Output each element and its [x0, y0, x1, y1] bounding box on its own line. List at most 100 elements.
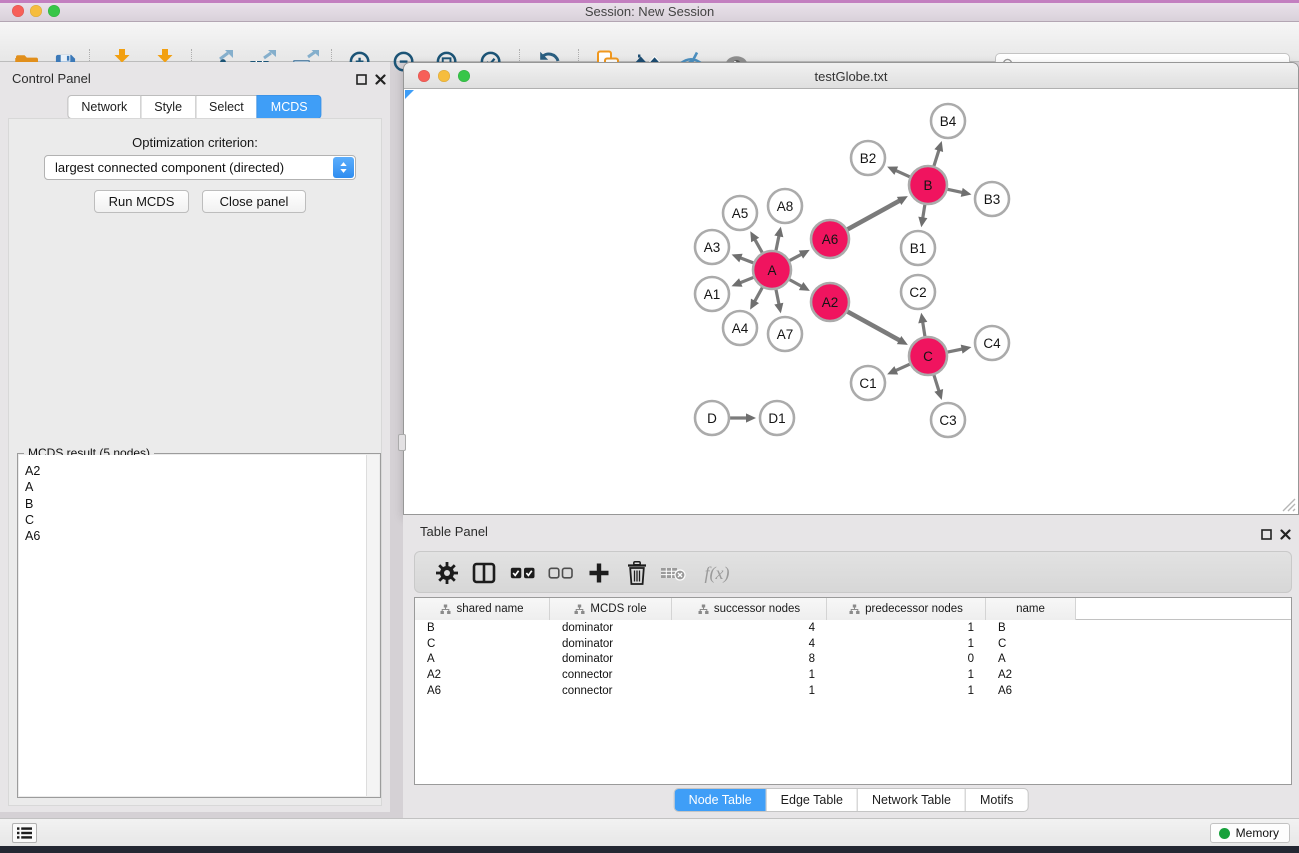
- tab-node-table[interactable]: Node Table: [675, 789, 766, 811]
- select-all-button[interactable]: [507, 557, 539, 589]
- close-icon: [1280, 529, 1291, 540]
- table-cell[interactable]: connector: [550, 685, 672, 697]
- task-history-button[interactable]: [12, 823, 37, 843]
- graph-node-label: A7: [777, 327, 794, 342]
- table-row[interactable]: Adominator80A: [415, 651, 1291, 667]
- result-item[interactable]: C: [19, 512, 379, 528]
- table-cell[interactable]: dominator: [550, 653, 672, 665]
- table-cell[interactable]: C: [986, 638, 1076, 650]
- gear-icon: [436, 562, 458, 584]
- graph-edge-A2-C[interactable]: [848, 312, 903, 342]
- table-body: Bdominator41BCdominator41CAdominator80AA…: [415, 620, 1291, 698]
- graph-node-label: C1: [859, 376, 876, 391]
- float-icon: [1261, 529, 1272, 540]
- close-panel-action-button[interactable]: Close panel: [202, 190, 306, 213]
- column-header-shared-name[interactable]: shared name: [415, 598, 550, 620]
- control-panel-title: Control Panel: [12, 71, 91, 86]
- table-cell[interactable]: 1: [827, 685, 986, 697]
- tab-select[interactable]: Select: [195, 95, 258, 119]
- graph-arrowhead: [934, 389, 943, 400]
- table-header-row: shared nameMCDS role successor nodes prede…: [415, 598, 1291, 620]
- table-cell[interactable]: 4: [672, 638, 827, 650]
- column-header-mcds-role[interactable]: MCDS role: [550, 598, 672, 620]
- table-cell[interactable]: 1: [672, 685, 827, 697]
- show-columns-button[interactable]: [468, 557, 500, 589]
- table-cell[interactable]: A6: [415, 685, 550, 697]
- tab-mcds[interactable]: MCDS: [257, 95, 322, 119]
- table-cell[interactable]: A2: [986, 669, 1076, 681]
- network-graph: B4B2BB3A5A8A6A3AB1A1A2C2A4A7C4C1CC3DD1: [405, 90, 1298, 515]
- table-row[interactable]: Cdominator41C: [415, 636, 1291, 652]
- table-cell[interactable]: 4: [672, 622, 827, 634]
- graph-node-label: A: [767, 263, 776, 278]
- network-canvas[interactable]: B4B2BB3A5A8A6A3AB1A1A2C2A4A7C4C1CC3DD1: [405, 90, 1297, 513]
- dropdown-stepper[interactable]: [333, 157, 354, 178]
- delete-column-button[interactable]: [657, 557, 689, 589]
- table-cell[interactable]: 8: [672, 653, 827, 665]
- app-titlebar: Session: New Session: [0, 0, 1299, 22]
- delete-selected-button[interactable]: [621, 557, 653, 589]
- table-close-button[interactable]: [1279, 528, 1292, 541]
- result-item[interactable]: A6: [19, 528, 379, 544]
- tab-edge-table[interactable]: Edge Table: [766, 789, 857, 811]
- statusbar: Memory: [0, 818, 1299, 846]
- table-cell[interactable]: 1: [672, 669, 827, 681]
- function-builder-button[interactable]: f(x): [695, 557, 739, 589]
- optimization-dropdown[interactable]: largest connected component (directed): [44, 155, 356, 180]
- result-item[interactable]: B: [19, 496, 379, 512]
- column-header-successor-nodes[interactable]: successor nodes: [672, 598, 827, 620]
- graph-node-label: C2: [909, 285, 926, 300]
- result-item[interactable]: A2: [19, 463, 379, 479]
- table-cell[interactable]: A: [415, 653, 550, 665]
- graph-node-label: A5: [732, 206, 749, 221]
- table-float-button[interactable]: [1260, 528, 1273, 541]
- table-cell[interactable]: 1: [827, 622, 986, 634]
- table-cell[interactable]: dominator: [550, 638, 672, 650]
- graph-arrowhead: [732, 254, 743, 263]
- list-icon: [17, 826, 32, 840]
- table-cell[interactable]: A: [986, 653, 1076, 665]
- graph-node-label: D1: [768, 411, 785, 426]
- table-tabs: Node TableEdge TableNetwork TableMotifs: [674, 788, 1029, 812]
- add-column-button[interactable]: [583, 557, 615, 589]
- table-row[interactable]: A2connector11A2: [415, 667, 1291, 683]
- float-panel-button[interactable]: [355, 73, 368, 86]
- table-row[interactable]: A6connector11A6: [415, 683, 1291, 699]
- table-cell[interactable]: dominator: [550, 622, 672, 634]
- table-cell[interactable]: B: [986, 622, 1076, 634]
- table-row[interactable]: Bdominator41B: [415, 620, 1291, 636]
- memory-indicator-button[interactable]: Memory: [1210, 823, 1290, 843]
- result-scrollbar[interactable]: [366, 455, 379, 796]
- tab-network-table[interactable]: Network Table: [857, 789, 965, 811]
- column-header-label: successor nodes: [714, 603, 800, 615]
- column-header-name[interactable]: name: [986, 598, 1076, 620]
- network-window-titlebar[interactable]: testGlobe.txt: [404, 63, 1298, 89]
- tab-network[interactable]: Network: [67, 95, 141, 119]
- mcds-result-list[interactable]: A2ABCA6: [19, 455, 379, 796]
- table-cell[interactable]: B: [415, 622, 550, 634]
- column-header-label: predecessor nodes: [865, 603, 963, 615]
- table-cell[interactable]: A2: [415, 669, 550, 681]
- trash-icon: [627, 561, 647, 585]
- mcds-result-box: MCDS result (5 nodes) A2ABCA6: [17, 453, 381, 798]
- graph-arrowhead: [961, 188, 972, 197]
- table-cell[interactable]: 1: [827, 638, 986, 650]
- table-cell[interactable]: A6: [986, 685, 1076, 697]
- table-cell[interactable]: connector: [550, 669, 672, 681]
- graph-node-label: C4: [983, 336, 1001, 351]
- table-settings-button[interactable]: [431, 557, 463, 589]
- run-mcds-button[interactable]: Run MCDS: [94, 190, 189, 213]
- graph-node-label: B4: [940, 114, 957, 129]
- result-item[interactable]: A: [19, 479, 379, 495]
- column-header-predecessor-nodes[interactable]: predecessor nodes: [827, 598, 986, 620]
- table-cell[interactable]: 1: [827, 669, 986, 681]
- table-cell[interactable]: 0: [827, 653, 986, 665]
- close-panel-button[interactable]: [374, 73, 387, 86]
- deselect-all-button[interactable]: [545, 557, 577, 589]
- titlebar-accent: [0, 0, 1299, 3]
- graph-edge-A6-B[interactable]: [848, 199, 903, 229]
- panel-splitter-handle[interactable]: [398, 434, 406, 451]
- tab-style[interactable]: Style: [140, 95, 196, 119]
- table-cell[interactable]: C: [415, 638, 550, 650]
- tab-motifs[interactable]: Motifs: [965, 789, 1027, 811]
